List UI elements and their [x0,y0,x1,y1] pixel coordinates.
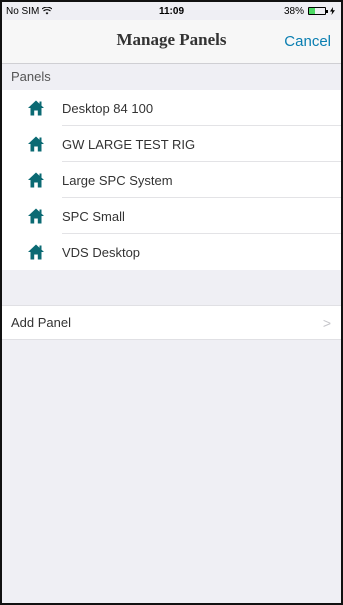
battery-percent: 38% [283,5,304,17]
app-screen: No SIM 11:09 38% Manage Panels Cancel Pa… [0,0,343,605]
battery-level-fill [309,8,316,14]
status-left: No SIM [6,5,53,17]
add-panel-button[interactable]: Add Panel > [2,305,341,340]
panel-label: Desktop 84 100 [62,100,154,116]
panel-item[interactable]: Desktop 84 100 [2,90,341,126]
home-icon [28,172,44,188]
bolt-icon [330,7,335,15]
panel-label: VDS Desktop [62,244,141,260]
cancel-button[interactable]: Cancel [284,33,331,50]
panel-list: Desktop 84 100 GW LARGE TEST RIG Large S… [2,90,341,270]
panel-label: SPC Small [62,208,125,224]
section-header-panels: Panels [11,69,51,84]
panel-label: GW LARGE TEST RIG [62,136,196,152]
status-right: 38% [284,6,335,17]
panel-item[interactable]: GW LARGE TEST RIG [2,126,341,162]
navigation-bar: Manage Panels Cancel [2,20,341,64]
panel-item[interactable]: SPC Small [2,198,341,234]
carrier-label: No SIM [6,5,40,17]
panel-label: Large SPC System [62,172,173,188]
status-bar: No SIM 11:09 38% [2,2,341,20]
home-icon [28,136,44,152]
home-icon [28,244,44,260]
wifi-icon [42,7,53,15]
add-panel-label: Add Panel [11,315,71,330]
home-icon [28,100,44,116]
panel-item[interactable]: VDS Desktop [2,234,341,270]
panel-item[interactable]: Large SPC System [2,162,341,198]
chevron-right-icon: > [322,314,331,331]
battery-icon [308,7,328,15]
home-icon [28,208,44,224]
